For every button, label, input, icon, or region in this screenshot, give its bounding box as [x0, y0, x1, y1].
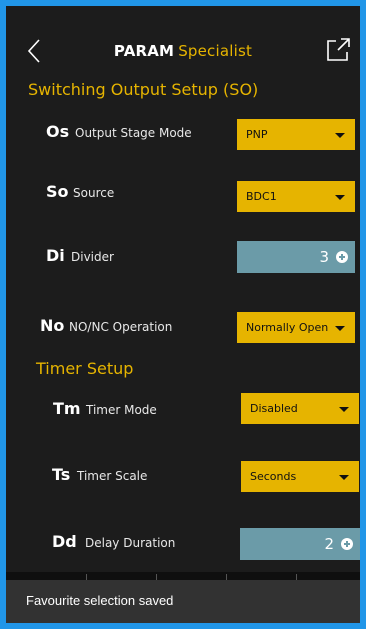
field-value: 3	[319, 248, 329, 266]
divider-field[interactable]: 3	[237, 241, 355, 273]
phone-screen: PARAM Specialist Switching Output Setup (…	[6, 6, 360, 623]
output-stage-dropdown[interactable]: PNP	[237, 119, 355, 150]
param-code: Dd	[52, 532, 77, 551]
param-row-delay-duration: Dd Delay Duration 2	[6, 525, 360, 565]
delay-duration-field[interactable]: 2	[240, 528, 360, 560]
param-code: Di	[46, 246, 65, 265]
app-header: PARAM Specialist	[6, 6, 360, 82]
snackbar: Favourite selection saved	[6, 580, 360, 623]
param-code: Tm	[53, 399, 81, 418]
param-label: Source	[73, 186, 115, 200]
title-bold: PARAM	[113, 42, 175, 60]
section-title-switching-output: Switching Output Setup (SO)	[28, 80, 259, 99]
caret-down-icon	[335, 326, 345, 331]
external-link-icon[interactable]	[324, 36, 352, 64]
param-row-timer-scale: Ts Timer Scale Seconds	[6, 458, 360, 498]
param-label: NO/NC Operation	[69, 320, 173, 334]
dropdown-value: BDC1	[246, 190, 277, 203]
param-label: Divider	[71, 250, 114, 264]
snackbar-message: Favourite selection saved	[26, 593, 174, 608]
param-row-source: So Source BDC1	[6, 173, 360, 213]
page-title: PARAM Specialist	[6, 42, 360, 60]
dropdown-value: Seconds	[250, 470, 297, 483]
timer-scale-dropdown[interactable]: Seconds	[241, 461, 359, 492]
param-code: Os	[46, 122, 70, 141]
caret-down-icon	[339, 407, 349, 412]
caret-down-icon	[335, 195, 345, 200]
plus-circle-icon[interactable]	[341, 538, 353, 550]
param-row-no-nc: No NO/NC Operation Normally Open	[6, 304, 360, 344]
dropdown-value: Normally Open	[246, 321, 329, 334]
caret-down-icon	[335, 133, 345, 138]
param-label: Timer Mode	[86, 403, 157, 417]
param-row-timer-mode: Tm Timer Mode Disabled	[6, 391, 360, 431]
timer-mode-dropdown[interactable]: Disabled	[241, 393, 359, 424]
title-accent: Specialist	[178, 42, 253, 60]
section-title-timer-setup: Timer Setup	[36, 359, 134, 378]
param-label: Output Stage Mode	[75, 126, 192, 140]
param-label: Timer Scale	[77, 469, 148, 483]
dropdown-value: Disabled	[250, 402, 298, 415]
field-value: 2	[324, 535, 334, 553]
param-row-output-stage: Os Output Stage Mode PNP	[6, 113, 360, 153]
param-row-divider: Di Divider 3	[6, 239, 360, 279]
plus-circle-icon[interactable]	[336, 251, 348, 263]
caret-down-icon	[339, 475, 349, 480]
param-code: No	[40, 316, 65, 335]
param-label: Delay Duration	[85, 536, 176, 550]
source-dropdown[interactable]: BDC1	[237, 181, 355, 212]
param-code: So	[46, 182, 69, 201]
no-nc-dropdown[interactable]: Normally Open	[237, 312, 355, 343]
param-code: Ts	[52, 465, 71, 484]
dropdown-value: PNP	[246, 128, 268, 141]
